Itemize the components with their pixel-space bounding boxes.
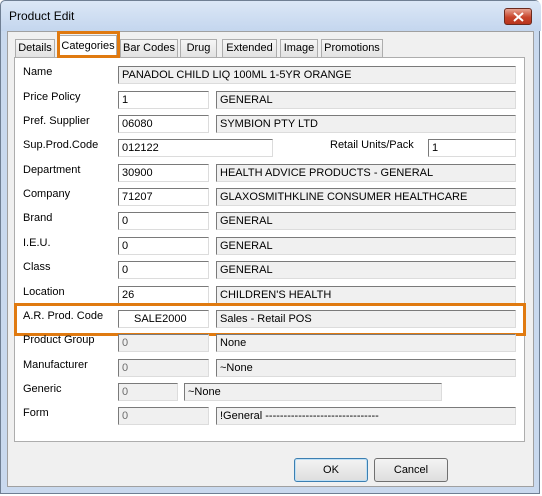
generic-label: Generic	[23, 383, 62, 395]
tab-extended[interactable]: Extended	[222, 39, 277, 57]
tab-promotions[interactable]: Promotions	[321, 39, 383, 57]
close-icon	[513, 12, 524, 22]
department-code-field[interactable]: 30900	[118, 164, 209, 182]
pref-supplier-code-field[interactable]: 06080	[118, 115, 209, 133]
pref-supplier-label: Pref. Supplier	[23, 115, 90, 127]
product-group-desc: None	[216, 334, 516, 352]
tab-bar-codes[interactable]: Bar Codes	[120, 39, 178, 57]
name-field[interactable]: PANADOL CHILD LIQ 100ML 1-5YR ORANGE	[118, 66, 516, 84]
department-label: Department	[23, 164, 81, 176]
close-button[interactable]	[504, 8, 532, 25]
tab-drug[interactable]: Drug	[180, 39, 217, 57]
ok-button[interactable]: OK	[294, 458, 368, 482]
price-policy-label: Price Policy	[23, 91, 81, 103]
class-label: Class	[23, 261, 51, 273]
brand-desc: GENERAL	[216, 212, 516, 230]
manufacturer-code-field[interactable]: 0	[118, 359, 209, 377]
title-bar[interactable]: Product Edit	[1, 1, 541, 31]
pref-supplier-desc: SYMBION PTY LTD	[216, 115, 516, 133]
brand-code-field[interactable]: 0	[118, 212, 209, 230]
ar-prod-code-highlight	[14, 303, 526, 336]
location-label: Location	[23, 286, 65, 298]
generic-code-field[interactable]: 0	[118, 383, 178, 401]
tab-image[interactable]: Image	[280, 39, 318, 57]
retail-units-label: Retail Units/Pack	[330, 139, 414, 151]
retail-units-field[interactable]: 1	[428, 139, 516, 157]
manufacturer-label: Manufacturer	[23, 359, 88, 371]
form-label: Form	[23, 407, 49, 419]
name-label: Name	[23, 66, 53, 78]
brand-label: Brand	[23, 212, 53, 224]
form-code-field[interactable]: 0	[118, 407, 209, 425]
location-code-field[interactable]: 26	[118, 286, 209, 304]
ieu-desc: GENERAL	[216, 237, 516, 255]
form-desc: !General -------------------------------	[216, 407, 516, 425]
class-code-field[interactable]: 0	[118, 261, 209, 279]
tab-details[interactable]: Details	[15, 39, 55, 57]
class-desc: GENERAL	[216, 261, 516, 279]
product-group-code-field[interactable]: 0	[118, 334, 209, 352]
ieu-code-field[interactable]: 0	[118, 237, 209, 255]
active-tab-highlight	[57, 31, 120, 58]
price-policy-code-field[interactable]: 1	[118, 91, 209, 109]
price-policy-desc: GENERAL	[216, 91, 516, 109]
cancel-button[interactable]: Cancel	[374, 458, 448, 482]
sup-prod-code-label: Sup.Prod.Code	[23, 139, 99, 151]
sup-prod-code-field[interactable]: 012122	[118, 139, 273, 157]
department-desc: HEALTH ADVICE PRODUCTS - GENERAL	[216, 164, 516, 182]
location-desc: CHILDREN'S HEALTH	[216, 286, 516, 304]
manufacturer-desc: ~None	[216, 359, 516, 377]
company-desc: GLAXOSMITHKLINE CONSUMER HEALTHCARE	[216, 188, 516, 206]
company-code-field[interactable]: 71207	[118, 188, 209, 206]
ieu-label: I.E.U.	[23, 237, 51, 249]
window-title: Product Edit	[9, 9, 75, 23]
product-group-label: Product Group	[23, 334, 95, 346]
generic-desc: ~None	[184, 383, 442, 401]
company-label: Company	[23, 188, 71, 200]
